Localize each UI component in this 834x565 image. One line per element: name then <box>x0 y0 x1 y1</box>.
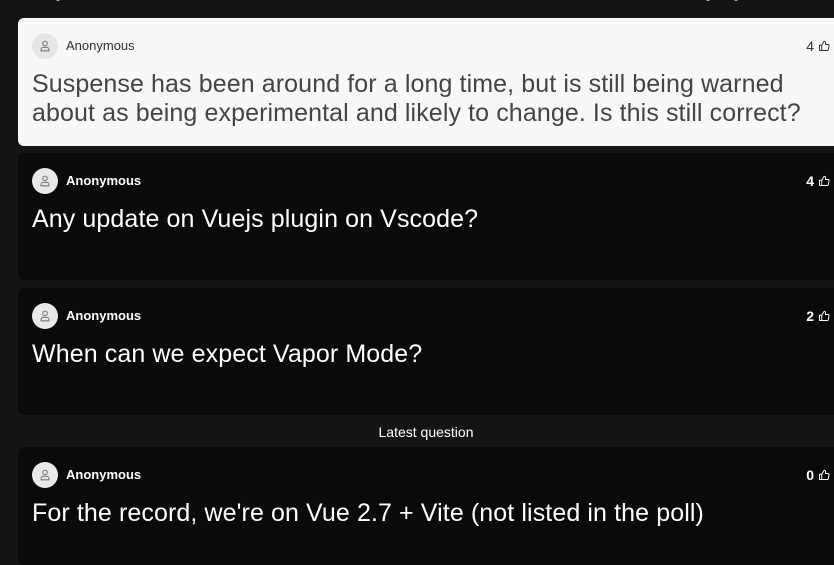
upvote-button[interactable]: 2 <box>806 308 830 324</box>
top-edge-mark <box>734 0 738 1</box>
latest-question-label: Latest question <box>378 424 474 440</box>
thumbs-up-icon <box>819 175 830 186</box>
top-strip <box>0 0 834 6</box>
upvote-button[interactable]: 4 <box>806 38 830 54</box>
question-header: Anonymous 0 <box>32 461 830 488</box>
question-header: Anonymous 4 <box>32 167 830 194</box>
question-text: Suspense has been around for a long time… <box>32 70 801 127</box>
author-name: Anonymous <box>66 308 142 323</box>
vote-count: 0 <box>806 466 814 483</box>
question-card[interactable]: Anonymous 2 When can we expect Vapor Mod… <box>18 288 834 415</box>
author-name: Anonymous <box>66 38 135 53</box>
user-icon <box>32 167 58 194</box>
question-text: When can we expect Vapor Mode? <box>32 340 423 368</box>
question-card-selected[interactable]: Anonymous 4 Suspense has been around for… <box>18 18 834 146</box>
upvote-button[interactable]: 0 <box>806 467 830 483</box>
top-edge-mark <box>56 0 60 1</box>
question-text: Any update on Vuejs plugin on Vscode? <box>32 205 479 233</box>
user-icon <box>32 302 58 329</box>
vote-count: 4 <box>806 37 814 54</box>
upvote-button[interactable]: 4 <box>806 173 830 189</box>
user-icon <box>32 32 58 59</box>
top-edge-mark <box>706 0 710 1</box>
question-card[interactable]: Anonymous 4 Any update on Vuejs plugin o… <box>18 153 834 280</box>
author-name: Anonymous <box>66 467 142 482</box>
author-name: Anonymous <box>66 173 142 188</box>
question-header: Anonymous 4 <box>32 32 830 59</box>
question-text: For the record, we're on Vue 2.7 + Vite … <box>32 499 704 527</box>
vote-count: 2 <box>806 307 814 324</box>
thumbs-up-icon <box>819 310 830 321</box>
thumbs-up-icon <box>819 40 830 51</box>
question-header: Anonymous 2 <box>32 302 830 329</box>
vote-count: 4 <box>806 172 814 189</box>
user-icon <box>32 461 58 488</box>
question-card-latest[interactable]: Anonymous 0 For the record, we're on Vue… <box>18 447 834 565</box>
thumbs-up-icon <box>819 469 830 480</box>
